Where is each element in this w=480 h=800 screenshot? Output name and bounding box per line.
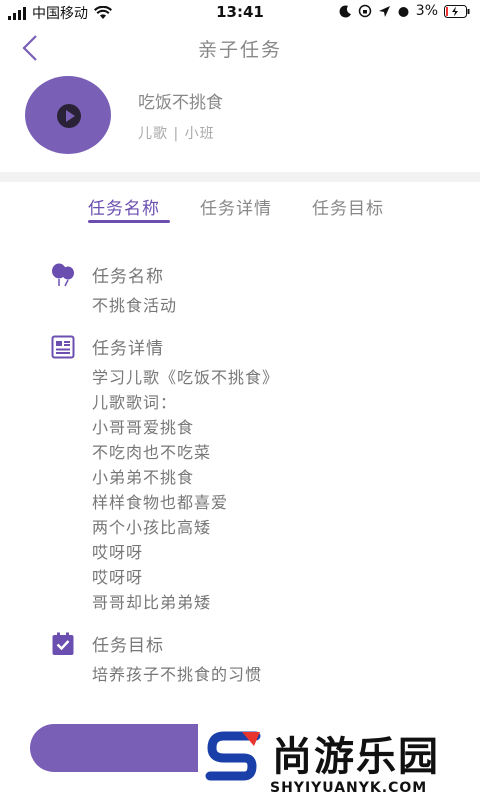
section-title: 任务目标 (92, 636, 164, 656)
body-line: 样样食物也都喜爱 (92, 493, 229, 512)
section-divider (0, 172, 480, 182)
body-line: 不吃肉也不吃菜 (92, 443, 212, 462)
tab-task-goal[interactable]: 任务目标 (312, 194, 384, 219)
section-body: 培养孩子不挑食的习惯 (92, 662, 262, 687)
location-icon (378, 5, 390, 17)
tab-bar: 任务名称 任务详情 任务目标 (0, 190, 480, 230)
section-task-detail: 任务详情 学习儿歌《吃饭不挑食》 儿歌歌词： 小哥哥爱挑食 不吃肉也不吃菜 小弟… (0, 334, 480, 624)
tab-task-name[interactable]: 任务名称 (88, 194, 160, 219)
song-header: 吃饭不挑食 儿歌 | 小班 (0, 72, 480, 172)
balloon-icon (52, 263, 74, 287)
song-meta: 儿歌 | 小班 (138, 126, 215, 142)
song-title: 吃饭不挑食 (138, 93, 223, 113)
watermark-text: 尚游乐园 (272, 734, 440, 780)
tab-underline (88, 220, 170, 223)
watermark-logo (205, 731, 261, 781)
lock-rotation-icon (358, 4, 372, 18)
alarm-icon (398, 6, 409, 17)
battery-charging-icon (444, 4, 470, 18)
body-line: 哥哥却比弟弟矮 (92, 593, 212, 612)
watermark: 尚游乐园 SHYIYUANYK.COM (198, 722, 480, 800)
watermark-url: SHYIYUANYK.COM (270, 780, 428, 796)
document-icon (51, 335, 75, 359)
nav-bar: 亲子任务 (0, 26, 480, 70)
section-title: 任务详情 (92, 339, 164, 359)
clipboard-check-icon (52, 632, 74, 655)
section-body: 不挑食活动 (92, 293, 177, 318)
body-line: 培养孩子不挑食的习惯 (92, 665, 263, 684)
body-line: 不挑食活动 (92, 296, 178, 315)
body-line: 儿歌歌词： (92, 393, 178, 412)
body-line: 两个小孩比高矮 (92, 518, 212, 537)
body-line: 小哥哥爱挑食 (92, 418, 195, 437)
body-line: 小弟弟不挑食 (92, 468, 195, 487)
status-bar: 中国移动 13:41 3% (0, 0, 480, 24)
body-line: 哎呀呀 (92, 543, 144, 562)
body-line: 学习儿歌《吃饭不挑食》 (92, 368, 280, 387)
section-task-name: 任务名称 不挑食活动 (0, 262, 480, 322)
tab-task-detail[interactable]: 任务详情 (200, 194, 272, 219)
section-title: 任务名称 (92, 267, 164, 287)
section-body: 学习儿歌《吃饭不挑食》 儿歌歌词： 小哥哥爱挑食 不吃肉也不吃菜 小弟弟不挑食 … (92, 365, 279, 615)
moon-icon (339, 4, 351, 17)
status-right: 3% (339, 3, 470, 19)
battery-percent: 3% (415, 3, 438, 19)
song-cover[interactable] (25, 76, 111, 154)
section-task-goal: 任务目标 培养孩子不挑食的习惯 (0, 631, 480, 691)
play-icon[interactable] (57, 104, 81, 128)
body-line: 哎呀呀 (92, 568, 144, 587)
page-title: 亲子任务 (197, 39, 282, 61)
